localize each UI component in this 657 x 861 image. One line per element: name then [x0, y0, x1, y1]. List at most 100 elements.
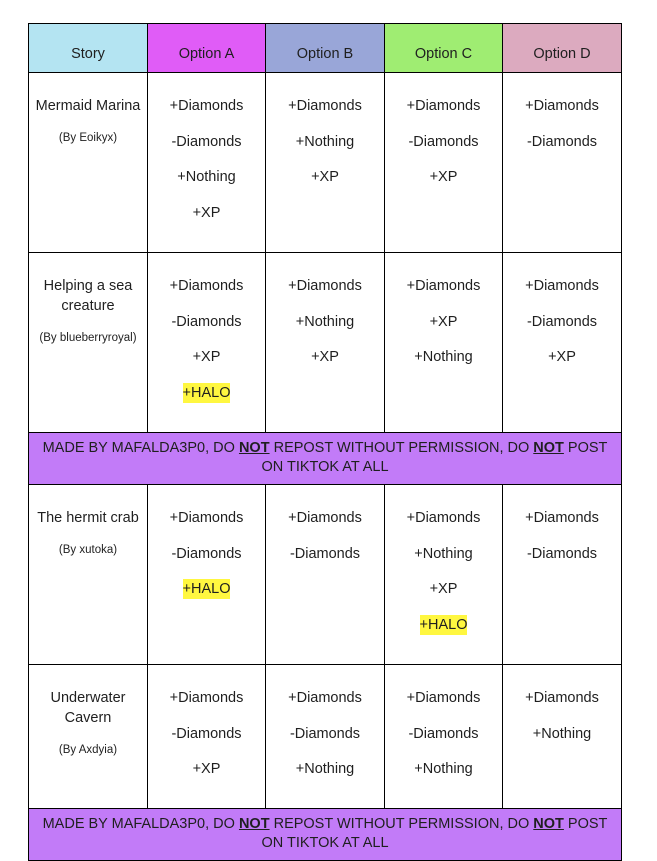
outcome-item: +XP	[266, 347, 384, 367]
outcome-text: -Diamonds	[171, 133, 242, 150]
option-a-cell: +Diamonds -Diamonds +Nothing +XP	[147, 72, 266, 253]
outcome-list: +Diamonds -Diamonds +XP	[503, 253, 621, 367]
outcome-item: +XP	[385, 167, 502, 187]
outcome-text: +XP	[311, 349, 339, 365]
outcome-text: +Diamonds	[406, 510, 481, 526]
outcome-text: +Nothing	[177, 169, 236, 185]
outcome-text: +XP	[548, 349, 576, 365]
story-title: The hermit crab	[37, 510, 139, 526]
outcome-text: +Diamonds	[169, 690, 244, 706]
outcome-item: -Diamonds	[148, 312, 265, 332]
outcome-text: +Nothing	[295, 761, 355, 777]
outcome-item: +Diamonds	[266, 276, 384, 296]
outcome-item: -Diamonds	[503, 544, 621, 564]
copyright-banner-text: MADE BY MAFALDA3P0, DO NOT REPOST WITHOU…	[28, 432, 622, 485]
option-b-cell: +Diamonds -Diamonds	[265, 484, 385, 665]
table-row: The hermit crab (By xutoka) +Diamonds -Diam…	[28, 484, 622, 665]
outcome-item: +XP	[148, 759, 265, 779]
outcome-list: +Diamonds +Nothing	[503, 665, 621, 744]
option-b-cell: +Diamonds +Nothing +XP	[265, 72, 385, 253]
outcome-list: +Diamonds -Diamonds	[266, 485, 384, 564]
option-a-cell: +Diamonds -Diamonds +XP	[147, 664, 266, 809]
outcome-item: +XP	[148, 347, 265, 367]
outcome-text: +Diamonds	[288, 98, 362, 114]
header-row: Story Option A Option B Option C Option …	[28, 23, 622, 73]
outcome-item: +XP	[266, 167, 384, 187]
outcome-text: +Diamonds	[525, 98, 599, 114]
story-title: Underwater Cavern	[50, 690, 126, 726]
outcome-list: +Diamonds +Nothing +XP +HALO	[385, 485, 502, 635]
banner-emphasis: NOT	[533, 816, 564, 832]
copyright-banner: MADE BY MAFALDA3P0, DO NOT REPOST WITHOU…	[28, 808, 622, 861]
option-d-cell: +Diamonds -Diamonds +XP	[502, 252, 622, 433]
story-author: (By blueberryroyal)	[39, 332, 137, 344]
header-story: Story	[28, 23, 148, 73]
table-row: Mermaid Marina (By Eoikyx) +Diamonds -Diamo…	[28, 72, 622, 253]
outcome-list: +Diamonds -Diamonds +XP	[148, 665, 265, 779]
outcome-item: +Diamonds	[266, 688, 384, 708]
table-row: Underwater Cavern (By Axdyia) +Diamonds -Di…	[28, 664, 622, 809]
outcome-item: +Nothing	[503, 724, 621, 744]
outcome-item: +Diamonds	[148, 508, 265, 528]
banner-emphasis: NOT	[533, 440, 564, 456]
outcome-item: -Diamonds	[266, 724, 384, 744]
outcome-item: +Diamonds	[148, 688, 265, 708]
option-a-cell: +Diamonds -Diamonds +XP +HALO	[147, 252, 266, 433]
story-cell: Mermaid Marina (By Eoikyx)	[28, 72, 148, 253]
outcome-item: +HALO	[148, 382, 265, 403]
outcome-text: -Diamonds	[526, 133, 598, 150]
rewards-table: Story Option A Option B Option C Option …	[28, 23, 622, 861]
outcome-text: +Diamonds	[288, 690, 362, 706]
outcome-item: -Diamonds	[385, 724, 502, 744]
outcome-text: +Nothing	[414, 349, 473, 365]
story-author: (By Eoikyx)	[58, 132, 118, 144]
outcome-list: +Diamonds -Diamonds +HALO	[148, 485, 265, 599]
outcome-text: +Nothing	[532, 725, 592, 742]
outcome-list: +Diamonds +Nothing +XP	[266, 253, 384, 367]
outcome-item: +Diamonds	[266, 96, 384, 116]
outcome-item: +Diamonds	[503, 96, 621, 116]
header-option-b: Option B	[265, 23, 385, 73]
outcome-text: -Diamonds	[408, 133, 479, 150]
outcome-item: +Nothing	[385, 347, 502, 367]
banner-emphasis: NOT	[238, 440, 270, 456]
outcome-text: +XP	[192, 204, 221, 221]
outcome-list: +Diamonds -Diamonds +Nothing	[266, 665, 384, 779]
outcome-list: +Diamonds +Nothing +XP	[266, 73, 384, 187]
outcome-item: +Nothing	[385, 544, 502, 564]
outcome-text: +Nothing	[414, 761, 473, 777]
halo-highlight: +HALO	[182, 579, 231, 599]
outcome-item: -Diamonds	[503, 132, 621, 152]
outcome-item: +XP	[385, 312, 502, 332]
banner-part1: MADE BY MAFALDA3P0, DO	[42, 816, 239, 832]
outcome-item: +XP	[385, 579, 502, 599]
outcome-text: -Diamonds	[289, 545, 361, 562]
outcome-item: -Diamonds	[148, 544, 265, 564]
option-c-cell: +Diamonds -Diamonds +Nothing	[384, 664, 503, 809]
outcome-list: +Diamonds -Diamonds +XP +HALO	[148, 253, 265, 403]
outcome-item: +HALO	[148, 579, 265, 599]
banner-emphasis: NOT	[238, 816, 270, 832]
outcome-text: +Diamonds	[406, 278, 481, 294]
outcome-text: +XP	[192, 349, 221, 365]
outcome-text: +Diamonds	[169, 510, 244, 526]
outcome-item: +Diamonds	[385, 276, 502, 296]
outcome-item: +Nothing	[385, 759, 502, 779]
header-option-c: Option C	[384, 23, 503, 73]
outcome-text: -Diamonds	[289, 725, 361, 742]
banner-part2: REPOST WITHOUT PERMISSION, DO	[269, 816, 534, 832]
outcome-text: -Diamonds	[408, 725, 479, 742]
outcome-item: -Diamonds	[385, 132, 502, 152]
banner-part2: REPOST WITHOUT PERMISSION, DO	[269, 440, 534, 456]
outcome-text: +XP	[192, 761, 221, 777]
outcome-text: +Diamonds	[288, 278, 362, 294]
halo-highlight: +HALO	[419, 614, 468, 635]
outcome-text: +XP	[429, 581, 458, 597]
outcome-list: +Diamonds -Diamonds +Nothing	[385, 665, 502, 779]
banner-part1: MADE BY MAFALDA3P0, DO	[42, 440, 239, 456]
outcome-item: -Diamonds	[503, 312, 621, 332]
story-cell: Helping a sea creature (By blueberryroyal…	[28, 252, 148, 433]
outcome-item: +Diamonds	[503, 276, 621, 296]
halo-highlight: +HALO	[182, 382, 231, 403]
outcome-item: +Diamonds	[385, 688, 502, 708]
